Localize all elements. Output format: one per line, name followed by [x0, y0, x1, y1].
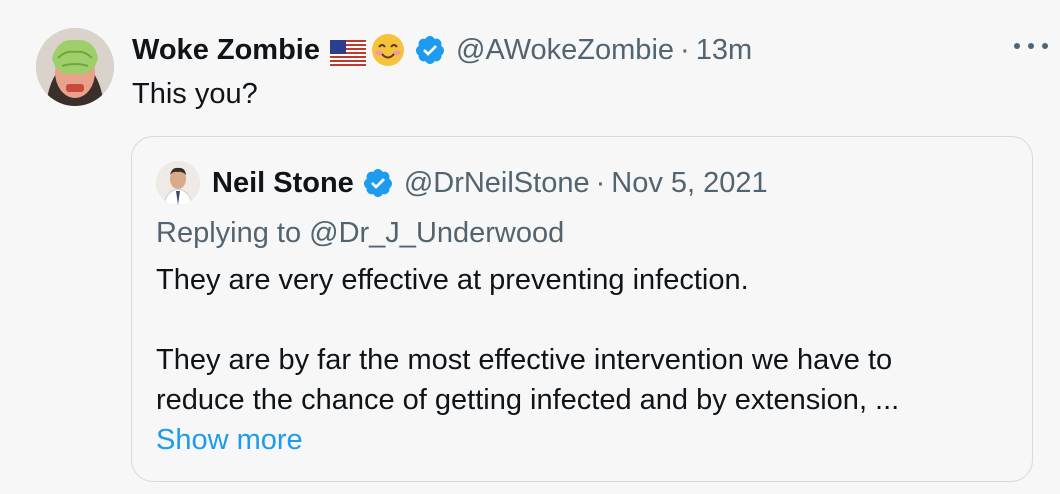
- smiling-face-icon: [370, 32, 406, 68]
- timestamp[interactable]: 13m: [696, 30, 752, 70]
- quote-paragraph-2-line-1: They are by far the most effective inter…: [156, 344, 893, 376]
- quote-header: Neil Stone @DrNeilStone · Nov 5, 2021: [156, 161, 768, 205]
- quote-text: They are very effective at preventing in…: [156, 260, 1016, 460]
- quote-separator-dot: ·: [595, 167, 606, 199]
- quote-paragraph-1: They are very effective at preventing in…: [156, 264, 749, 296]
- tweet-text: This you?: [132, 78, 258, 110]
- separator-dot: ·: [680, 34, 690, 66]
- more-options-icon[interactable]: [1014, 36, 1048, 56]
- author-handle[interactable]: @AWokeZombie: [456, 30, 674, 70]
- avatar-image: [36, 28, 114, 106]
- quote-verified-badge-icon[interactable]: [362, 167, 394, 199]
- quote-paragraph-2-line-2: reduce the chance of getting infected an…: [156, 384, 900, 416]
- show-more-link[interactable]: Show more: [156, 420, 1016, 460]
- avatar[interactable]: [36, 28, 114, 106]
- quote-date[interactable]: Nov 5, 2021: [611, 163, 767, 203]
- replying-to-label[interactable]: Replying to @Dr_J_Underwood: [156, 213, 564, 253]
- author-name[interactable]: Woke Zombie: [132, 30, 320, 70]
- quote-avatar[interactable]: [156, 161, 200, 205]
- quote-avatar-image: [156, 161, 200, 205]
- quote-author-handle[interactable]: @DrNeilStone: [404, 163, 590, 203]
- us-flag-icon: [330, 37, 366, 66]
- quote-author-name[interactable]: Neil Stone: [212, 163, 354, 203]
- verified-badge-icon[interactable]: [414, 34, 446, 66]
- quoted-tweet[interactable]: Neil Stone @DrNeilStone · Nov 5, 2021 Re…: [131, 136, 1033, 482]
- tweet[interactable]: Woke Zombie @AWokeZombie · 13m This you?…: [0, 0, 1060, 494]
- tweet-header: Woke Zombie @AWokeZombie · 13m: [132, 30, 752, 70]
